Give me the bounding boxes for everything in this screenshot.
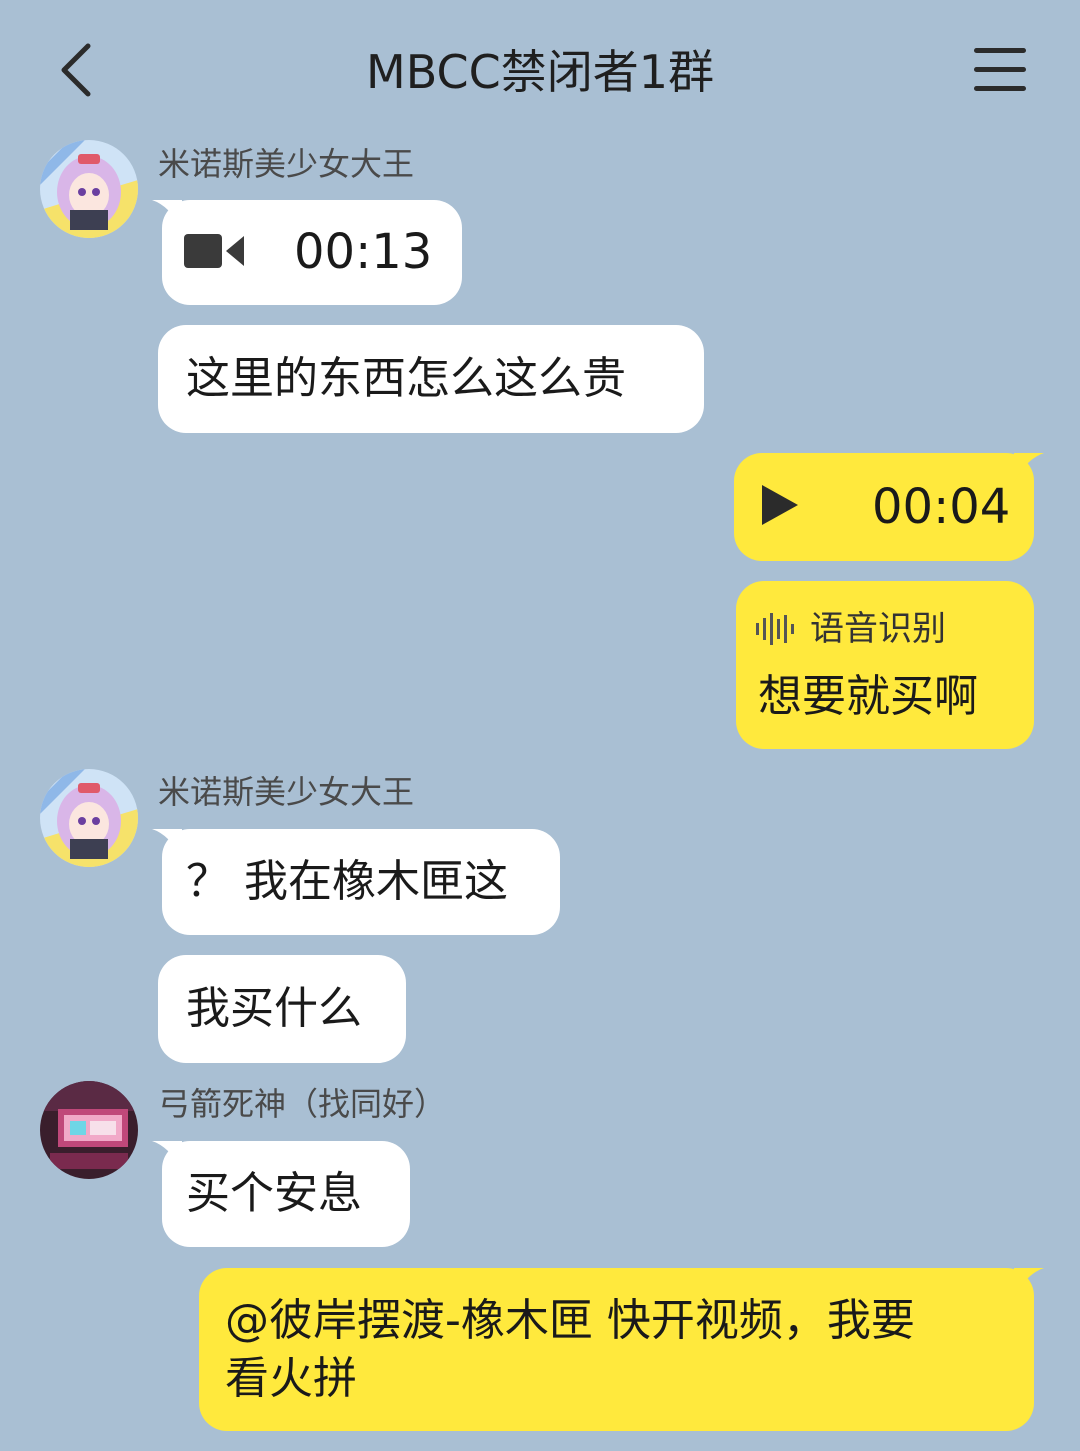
- hamburger-icon: [974, 48, 1026, 53]
- message-text: 买个安息: [186, 1168, 362, 1219]
- message-text: 这里的东西怎么这么贵: [186, 353, 626, 404]
- chat-title: MBCC禁闭者1群: [366, 45, 714, 99]
- transcript-text: 想要就买啊: [758, 671, 978, 722]
- video-duration: 00:13: [294, 224, 433, 280]
- play-icon[interactable]: [762, 485, 798, 525]
- text-message[interactable]: 这里的东西怎么这么贵: [158, 325, 704, 433]
- text-message[interactable]: ？ 我在橡木匣这: [152, 829, 560, 935]
- transcript-label: 语音识别: [810, 609, 946, 649]
- voice-message[interactable]: 00:04: [734, 453, 1044, 561]
- avatar[interactable]: [40, 769, 138, 867]
- sender-name: 米诺斯美少女大王: [158, 773, 415, 811]
- avatar[interactable]: [40, 1081, 138, 1179]
- sender-name: 米诺斯美少女大王: [158, 145, 415, 183]
- text-message[interactable]: 我买什么: [158, 955, 406, 1063]
- video-camera-icon: [184, 234, 244, 268]
- voice-transcript[interactable]: 语音识别 想要就买啊: [736, 581, 1034, 749]
- message-text-line: @彼岸摆渡-橡木匣 快开视频，我要: [225, 1295, 915, 1346]
- text-message[interactable]: 买个安息: [152, 1141, 410, 1247]
- avatar[interactable]: [40, 140, 138, 238]
- video-call-message[interactable]: 00:13: [152, 200, 462, 305]
- sender-name: 弓箭死神（找同好）: [158, 1085, 447, 1123]
- message-text: ？ 我在橡木匣这: [186, 856, 508, 907]
- voice-duration: 00:04: [872, 479, 1011, 535]
- waveform-icon: [756, 613, 794, 645]
- message-text-line: 看火拼: [225, 1353, 357, 1404]
- text-message[interactable]: @彼岸摆渡-橡木匣 快开视频，我要 看火拼: [199, 1268, 1044, 1431]
- menu-button[interactable]: [974, 44, 1030, 96]
- message-text: 我买什么: [186, 983, 362, 1034]
